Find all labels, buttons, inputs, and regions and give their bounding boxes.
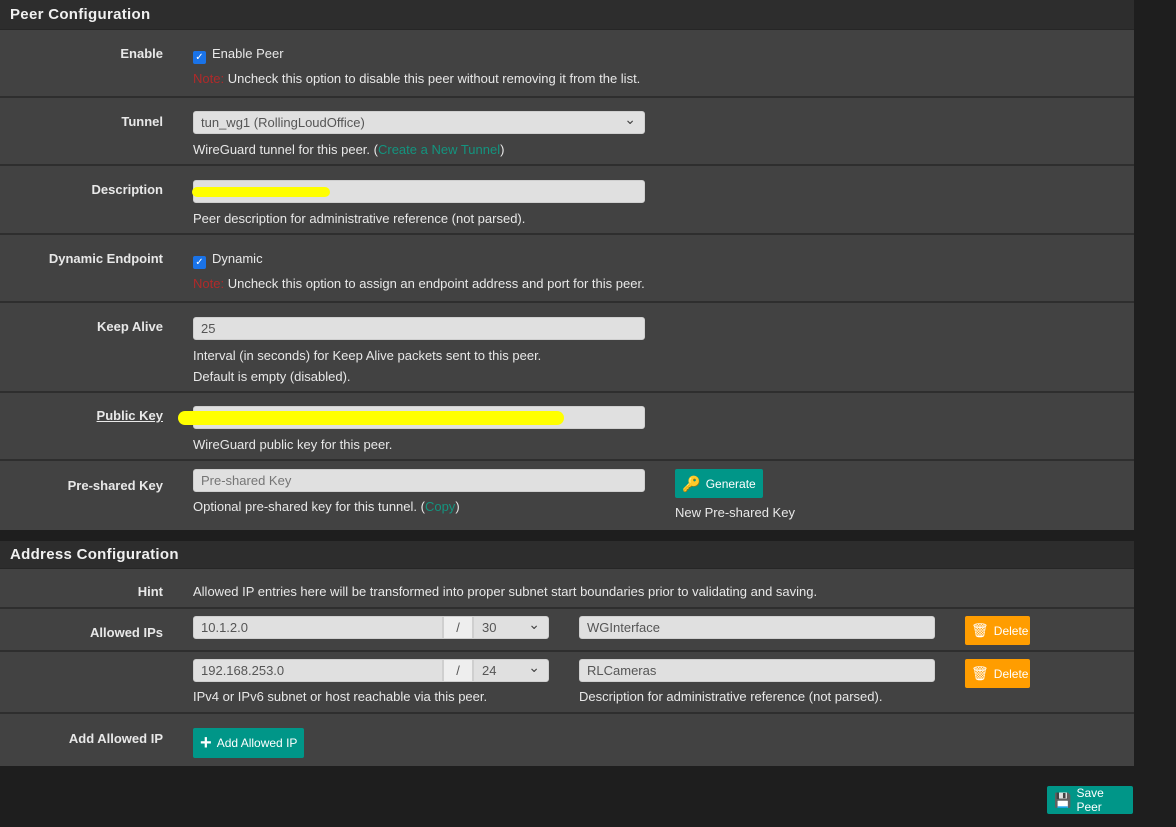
pre-shared-key-row: Pre-shared Key Optional pre-shared key f… (0, 461, 1134, 530)
checkbox-icon[interactable]: ✓ (193, 256, 206, 269)
enable-row: Enable ✓ Enable Peer Note: Uncheck this o… (0, 30, 1134, 98)
add-allowed-ip-label: Add Allowed IP (68, 731, 163, 746)
copy-link[interactable]: Copy (425, 499, 455, 514)
tunnel-label: Tunnel (121, 114, 163, 129)
add-allowed-ip-row: Add Allowed IP + Add Allowed IP (0, 714, 1134, 766)
ip-description-input[interactable]: WGInterface (579, 616, 935, 639)
trash-icon: 🗑 (971, 665, 989, 681)
address-configuration-panel: Address Configuration Hint Allowed IP en… (0, 541, 1134, 766)
ip-help: IPv4 or IPv6 subnet or host reachable vi… (193, 689, 488, 704)
checkbox-label: Dynamic (212, 251, 263, 266)
help-text-end: ) (455, 499, 460, 514)
pre-shared-key-input[interactable] (193, 469, 645, 492)
ip-address-input[interactable]: 192.168.253.0 (193, 659, 443, 682)
tunnel-select[interactable]: tun_wg1 (RollingLoudOffice) (193, 111, 645, 134)
tunnel-row: Tunnel tun_wg1 (RollingLoudOffice) WireG… (0, 98, 1134, 166)
redaction-mark (178, 411, 564, 425)
dynamic-checkbox[interactable]: ✓ Dynamic (193, 251, 263, 269)
hint-label: Hint (137, 584, 163, 599)
generate-label: Generate (705, 476, 756, 491)
save-label: Save Peer (1076, 786, 1104, 814)
save-peer-button[interactable]: 💾 Save Peer (1047, 786, 1133, 814)
section-title: Address Configuration (0, 541, 1134, 569)
create-tunnel-link[interactable]: Create a New Tunnel (378, 142, 500, 157)
ip-input-group: 10.1.2.0 / 30 (193, 616, 549, 639)
ip-address-input[interactable]: 10.1.2.0 (193, 616, 443, 639)
peer-configuration-panel: Peer Configuration Enable ✓ Enable Peer N… (0, 0, 1134, 530)
section-title: Peer Configuration (0, 0, 1134, 30)
keep-alive-help-2: Default is empty (disabled). (193, 369, 351, 384)
dynamic-endpoint-row: Dynamic Endpoint ✓ Dynamic Note: Uncheck … (0, 235, 1134, 303)
add-allowed-ip-button[interactable]: + Add Allowed IP (193, 728, 305, 758)
help-text: Uncheck this option to assign an endpoin… (227, 276, 645, 291)
help-text-end: ) (500, 142, 505, 157)
mask-select[interactable]: 24 (473, 659, 549, 682)
ip-description-value: WGInterface (587, 620, 660, 635)
checkbox-icon[interactable]: ✓ (193, 51, 206, 64)
ip-description-value: RLCameras (587, 663, 657, 678)
enable-help: Note: Uncheck this option to disable thi… (193, 71, 640, 86)
delete-label: Delete (993, 666, 1029, 681)
allowed-ip-row: 192.168.253.0 / 24 RLCameras 🗑 Delete IPv… (0, 652, 1134, 714)
delete-button[interactable]: 🗑 Delete (965, 616, 1030, 645)
trash-icon: 🗑 (971, 622, 989, 638)
tunnel-help: WireGuard tunnel for this peer. (Create … (193, 142, 504, 157)
enable-peer-checkbox[interactable]: ✓ Enable Peer (193, 46, 284, 64)
keep-alive-help-1: Interval (in seconds) for Keep Alive pac… (193, 348, 542, 363)
allowed-ip-row: Allowed IPs 10.1.2.0 / 30 WGInterface 🗑 D… (0, 609, 1134, 652)
save-icon: 💾 (1054, 791, 1072, 808)
keep-alive-value: 25 (201, 321, 216, 336)
note-label: Note: (193, 71, 225, 86)
checkbox-label: Enable Peer (212, 46, 284, 61)
description-row: Description Peer description for adminis… (0, 166, 1134, 235)
slash-separator: / (443, 659, 473, 682)
pre-shared-key-label: Pre-shared Key (67, 478, 163, 493)
allowed-ips-label: Allowed IPs (90, 625, 163, 640)
mask-value: 30 (482, 620, 497, 635)
ip-input-group: 192.168.253.0 / 24 (193, 659, 549, 682)
public-key-label[interactable]: Public Key (97, 408, 163, 423)
slash-separator: / (443, 616, 473, 639)
note-label: Note: (193, 276, 225, 291)
delete-label: Delete (993, 623, 1029, 638)
mask-value: 24 (482, 663, 497, 678)
mask-select[interactable]: 30 (473, 616, 549, 639)
add-allowed-ip-label: Add Allowed IP (216, 736, 298, 750)
keep-alive-row: Keep Alive 25 Interval (in seconds) for … (0, 303, 1134, 393)
dynamic-endpoint-label: Dynamic Endpoint (48, 251, 163, 266)
public-key-help: WireGuard public key for this peer. (193, 437, 393, 452)
delete-button[interactable]: 🗑 Delete (965, 659, 1030, 688)
enable-label: Enable (120, 46, 163, 61)
generate-button[interactable]: 🔑 Generate (675, 469, 763, 498)
public-key-row: Public Key WireGuard public key for this… (0, 393, 1134, 461)
ip-description-input[interactable]: RLCameras (579, 659, 935, 682)
hint-row: Hint Allowed IP entries here will be tra… (0, 569, 1134, 609)
description-label: Description (91, 182, 163, 197)
description-help: Peer description for administrative refe… (193, 211, 526, 226)
key-icon: 🔑 (682, 475, 701, 493)
keep-alive-input[interactable]: 25 (193, 317, 645, 340)
help-text: Uncheck this option to disable this peer… (227, 71, 641, 86)
help-text: WireGuard tunnel for this peer. ( (193, 142, 378, 157)
hint-text: Allowed IP entries here will be transfor… (193, 584, 818, 599)
ip-description-help: Description for administrative reference… (579, 689, 883, 704)
plus-icon: + (200, 731, 212, 754)
keep-alive-label: Keep Alive (97, 319, 163, 334)
generate-help: New Pre-shared Key (675, 505, 795, 520)
help-text: Optional pre-shared key for this tunnel.… (193, 499, 425, 514)
pre-shared-key-help: Optional pre-shared key for this tunnel.… (193, 499, 460, 514)
tunnel-value: tun_wg1 (RollingLoudOffice) (201, 115, 365, 130)
redaction-mark (192, 187, 330, 197)
dynamic-help: Note: Uncheck this option to assign an e… (193, 276, 645, 291)
